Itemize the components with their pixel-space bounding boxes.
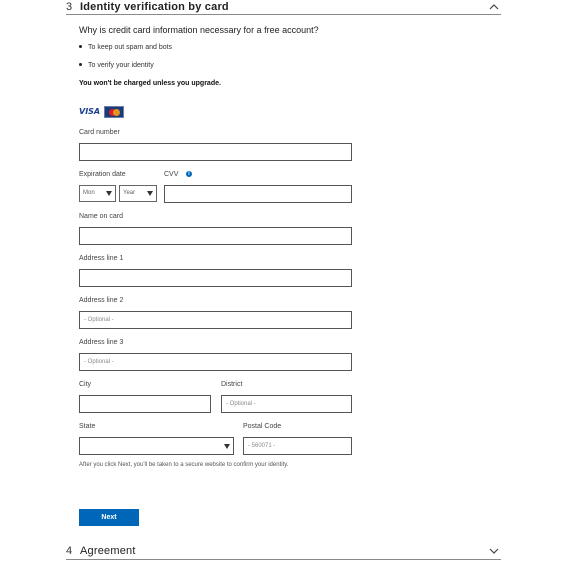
month-placeholder: Mon [83, 190, 95, 196]
chevron-down-icon [147, 191, 153, 196]
mastercard-icon [104, 106, 124, 118]
year-placeholder: Year [123, 190, 136, 196]
district-label: District [221, 381, 243, 388]
chevron-down-icon [224, 444, 230, 449]
section-4-divider [66, 559, 501, 560]
name-on-card-label: Name on card [79, 213, 123, 220]
postal-code-field[interactable]: - 560071 - [243, 437, 352, 455]
address-line-1-field[interactable] [79, 269, 352, 287]
address-line-2-field[interactable]: - Optional - [79, 311, 352, 329]
cvv-field[interactable] [164, 185, 352, 203]
expiration-date-label: Expiration date [79, 171, 126, 178]
city-label: City [79, 381, 92, 388]
state-select[interactable] [79, 437, 234, 455]
postal-code-label: Postal Code [243, 423, 282, 430]
list-item: To verify your identity [79, 62, 154, 69]
next-button[interactable]: Next [79, 509, 139, 526]
address-line-2-label: Address line 2 [79, 297, 124, 304]
section-4-title: Agreement [80, 545, 136, 557]
why-card-question: Why is credit card information necessary… [79, 25, 319, 35]
bullet-text: To verify your identity [88, 62, 154, 69]
section-3-title: Identity verification by card [80, 1, 229, 13]
expiration-month-select[interactable]: Mon [79, 185, 116, 202]
section-3-divider [66, 14, 501, 15]
bullet-text: To keep out spam and bots [88, 44, 173, 51]
visa-logo-icon: VISA [79, 107, 101, 116]
list-item: To keep out spam and bots [79, 44, 172, 51]
card-number-label: Card number [79, 129, 120, 136]
cvv-label: CVV [164, 171, 179, 178]
card-number-field[interactable] [79, 143, 352, 161]
secure-redirect-note: After you click Next, you'll be taken to… [79, 462, 289, 468]
bullet-icon [79, 62, 82, 66]
section-4-number: 4 [66, 545, 73, 557]
name-on-card-field[interactable] [79, 227, 352, 245]
info-icon[interactable]: i [186, 171, 192, 177]
address-line-3-label: Address line 3 [79, 339, 124, 346]
section-3-number: 3 [66, 1, 73, 13]
expiration-year-select[interactable]: Year [119, 185, 157, 202]
state-label: State [79, 423, 96, 430]
chevron-down-icon [106, 191, 112, 196]
address-line-3-field[interactable]: - Optional - [79, 353, 352, 371]
district-field[interactable]: - Optional - [221, 395, 352, 413]
address-line-1-label: Address line 1 [79, 255, 124, 262]
bullet-icon [79, 44, 82, 48]
no-charge-note: You won't be charged unless you upgrade. [79, 80, 221, 87]
city-field[interactable] [79, 395, 211, 413]
chevron-down-icon[interactable] [489, 546, 499, 556]
chevron-up-icon[interactable] [489, 2, 499, 12]
